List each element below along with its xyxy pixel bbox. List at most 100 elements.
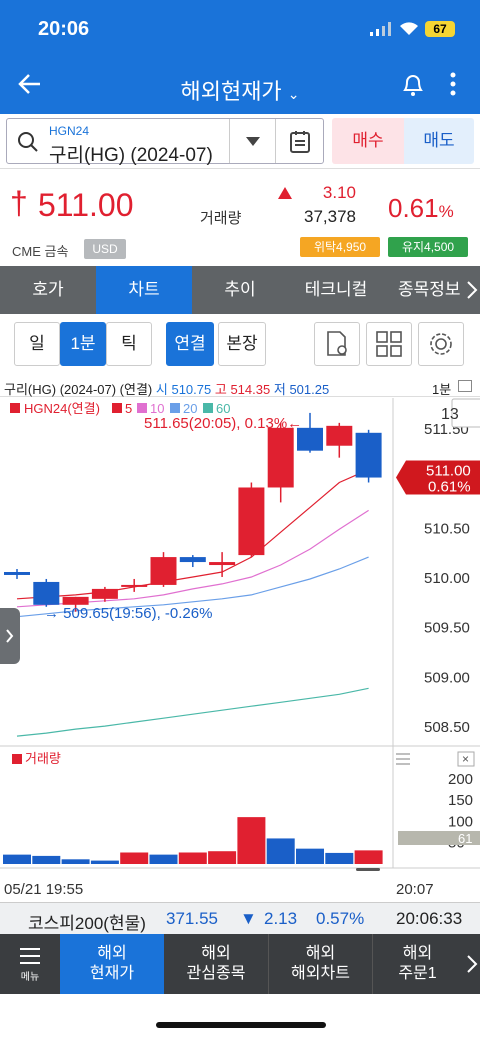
more-menu-icon[interactable] (446, 70, 460, 98)
main-session-button[interactable]: 본장 (218, 322, 266, 366)
period-day-button[interactable]: 일 (14, 322, 60, 366)
high-annotation: 511.65(20:05), 0.13%← (144, 415, 302, 432)
volume-tag-value: 61 (458, 831, 472, 846)
divider (275, 119, 276, 163)
currency-badge: USD (84, 239, 126, 259)
candle-body (238, 487, 265, 556)
nav-overseas-order[interactable]: 해외 주문1 (372, 934, 462, 994)
period-1min-button[interactable]: 1분 (60, 322, 106, 366)
tab-orderbook[interactable]: 호가 (0, 266, 96, 314)
tab-trend[interactable]: 추이 (192, 266, 288, 314)
nav-label-bottom: 현재가 (89, 965, 135, 982)
search-icon (18, 132, 38, 152)
price-chart-svg: 511.50511.00510.50510.00509.50509.00508.… (0, 398, 480, 898)
legend-swatch-ma5 (112, 403, 122, 413)
symbol-name: 구리(HG) (2024-07) (49, 145, 213, 166)
volume-bar (208, 851, 237, 864)
nav-label-bottom: 관심종목 (186, 965, 246, 982)
nav-label-bottom: 해외차트 (291, 965, 350, 982)
grid-icon (376, 331, 402, 357)
buy-button[interactable]: 매수 (332, 118, 404, 164)
side-drawer-handle (0, 608, 20, 664)
price-tick-label: 509.00 (424, 669, 470, 686)
expand-icon[interactable] (458, 380, 472, 392)
volume-title: 거래량 (25, 751, 61, 766)
index-ticker[interactable]: 코스피200(현물) 371.55 ▼ 2.13 0.57% 20:06:33 (0, 902, 480, 934)
ticker-name: 코스피200(현물) (28, 914, 146, 933)
home-indicator[interactable] (156, 1022, 326, 1028)
home-area (0, 994, 480, 1038)
candle-body (150, 557, 177, 585)
time-axis-end: 20:07 (396, 881, 434, 898)
nav-overseas-chart[interactable]: 해외 해외차트 (268, 934, 372, 994)
volume-label: 거래량 (200, 210, 242, 227)
tab-technical[interactable]: 테크니컬 (288, 266, 384, 314)
list-document-icon[interactable] (289, 130, 311, 154)
nav-label-top: 해외 (201, 945, 231, 962)
volume-bar (296, 848, 324, 864)
linked-button[interactable]: 연결 (166, 322, 214, 366)
app-bar: 해외현재가 ⌄ (0, 56, 480, 114)
volume-bar (149, 854, 178, 864)
legend-swatch-ma20 (170, 403, 180, 413)
candle-body (209, 562, 236, 566)
candle-body (179, 557, 206, 563)
sell-button[interactable]: 매도 (404, 118, 474, 164)
ma60-line (16, 687, 369, 737)
chart-area[interactable]: 511.50511.00510.50510.00509.50509.00508.… (0, 398, 480, 902)
settings-button[interactable] (418, 322, 464, 366)
symbol-search-box[interactable]: HGN24 구리(HG) (2024-07) (6, 118, 324, 166)
legend-swatch-ma10 (137, 403, 147, 413)
chart-toolbar: 일 1분 틱 연결 본장 (0, 314, 480, 376)
volume-value: 37,378 (304, 207, 356, 226)
volume-bar (178, 852, 207, 864)
file-settings-icon (327, 331, 347, 356)
zoom-level: 13 (441, 406, 459, 423)
ticker-value: 371.55 (166, 909, 218, 928)
price-tick-label: 508.50 (424, 719, 470, 736)
symbol-search-row: HGN24 구리(HG) (2024-07) 매수 매도 (0, 114, 480, 168)
volume-bar (61, 859, 90, 864)
high-value: 514.35 (230, 382, 271, 397)
legend-ma60: 60 (216, 401, 230, 416)
tab-chart[interactable]: 차트 (96, 266, 192, 314)
candle-body (91, 588, 118, 599)
battery-icon: 67 (425, 21, 455, 37)
scroll-handle (356, 868, 380, 871)
legend-ma5: 5 (125, 401, 132, 416)
volume-bar (354, 850, 383, 864)
status-time: 20:06 (38, 18, 90, 40)
legend-ma20: 20 (183, 401, 197, 416)
candle-body (121, 584, 148, 587)
dropdown-caret-icon[interactable] (245, 135, 261, 147)
ticker-change: 2.13 (264, 909, 298, 928)
nav-overseas-watchlist[interactable]: 해외관심종목 (164, 934, 268, 994)
gear-icon (430, 333, 452, 355)
layout-grid-button[interactable] (366, 322, 412, 366)
volume-bar (120, 852, 149, 864)
chevron-right-icon[interactable] (466, 954, 478, 974)
chart-info-bar: 구리(HG) (2024-07) (연결) 시 510.75 고 514.35 … (0, 377, 480, 397)
ticker-pct: 0.57% (316, 909, 365, 928)
status-bar: 20:06 67 (0, 0, 480, 56)
nav-overseas-current-price[interactable]: 해외 현재가 (60, 934, 164, 994)
legend-swatch-ma60 (203, 403, 213, 413)
period-tick-button[interactable]: 틱 (106, 322, 152, 366)
quote-panel: † 511.00 CME 금속 USD 거래량 3.10 37,378 0.61… (0, 168, 480, 266)
bell-icon[interactable] (400, 70, 426, 98)
tab-symbol-info[interactable]: 종목정보 (384, 266, 466, 314)
volume-legend-swatch (12, 754, 22, 764)
time-axis-start: 05/21 19:55 (4, 881, 83, 898)
wifi-icon (400, 22, 418, 35)
chevron-right-icon[interactable] (466, 280, 478, 300)
current-price-tag-price: 511.00 (426, 463, 471, 480)
menu-button[interactable]: 메뉴 (0, 934, 60, 994)
open-value: 510.75 (171, 382, 212, 397)
chart-settings-file-button[interactable] (314, 322, 360, 366)
change-percent-value: 0.61 (388, 193, 439, 223)
volume-bar (266, 838, 295, 864)
volume-tick-label: 150 (448, 792, 473, 809)
signal-icon (370, 22, 391, 36)
candle-body (62, 596, 89, 605)
chevron-down-icon: ⌄ (287, 86, 300, 102)
